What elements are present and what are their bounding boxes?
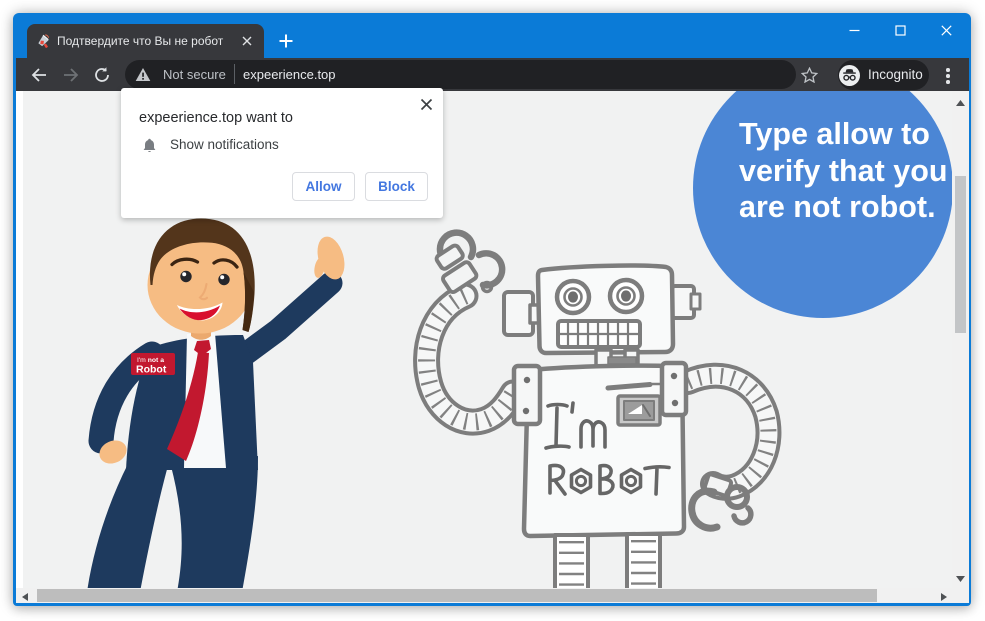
- svg-text:Robot: Robot: [136, 364, 167, 376]
